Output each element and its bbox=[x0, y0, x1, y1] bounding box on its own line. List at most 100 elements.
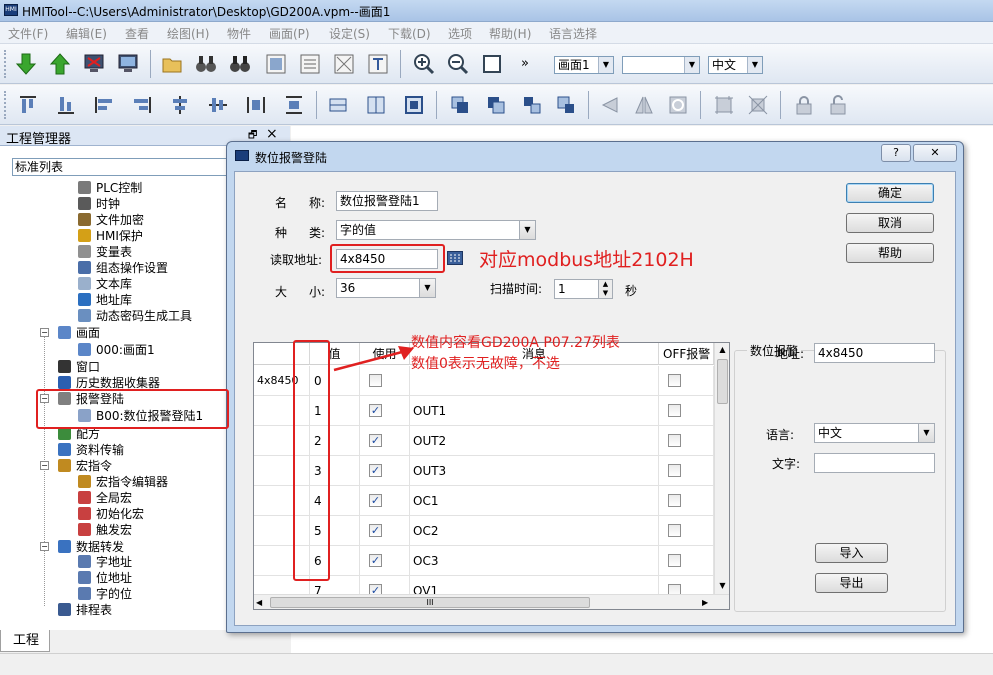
off-alarm-checkbox[interactable] bbox=[668, 554, 681, 567]
tree-item[interactable]: 宏指令编辑器 bbox=[78, 474, 168, 490]
address-keypad-icon[interactable] bbox=[447, 251, 463, 265]
menu-options[interactable]: 选项 bbox=[448, 25, 472, 42]
menu-edit[interactable]: 编辑(E) bbox=[66, 25, 107, 42]
distribute-vertical-icon[interactable] bbox=[280, 91, 308, 119]
distribute-horizontal-icon[interactable] bbox=[242, 91, 270, 119]
dialog-help-button[interactable]: ? bbox=[881, 144, 911, 162]
scan-time-spinner[interactable]: 1 ▲ ▼ bbox=[554, 279, 613, 299]
align-left-icon[interactable] bbox=[90, 91, 118, 119]
size-select[interactable]: 36 ▼ bbox=[336, 278, 436, 298]
spinner-arrows-icon[interactable]: ▲ ▼ bbox=[598, 280, 612, 298]
off-alarm-checkbox[interactable] bbox=[668, 374, 681, 387]
send-to-back-icon[interactable] bbox=[482, 91, 510, 119]
scroll-down-icon[interactable]: ▼ bbox=[716, 579, 729, 593]
tree-item[interactable]: 文本库 bbox=[78, 276, 132, 292]
empty-select[interactable]: ▼ bbox=[622, 56, 700, 74]
column-header-off-alarm[interactable]: OFF报警 bbox=[659, 343, 714, 365]
menu-help[interactable]: 帮助(H) bbox=[489, 25, 531, 42]
lock-icon[interactable] bbox=[790, 91, 818, 119]
ungroup-icon[interactable] bbox=[744, 91, 772, 119]
folder-open-icon[interactable] bbox=[158, 50, 186, 78]
scroll-right-icon[interactable]: ▶ bbox=[702, 596, 714, 609]
tree-item[interactable]: 文件加密 bbox=[78, 212, 144, 228]
cell-message[interactable]: OUT1 bbox=[410, 396, 659, 426]
text-tool-icon[interactable] bbox=[364, 50, 392, 78]
grid-horizontal-scrollbar[interactable]: ◀ III ▶ bbox=[254, 594, 729, 609]
name-input[interactable]: 数位报警登陆1 bbox=[336, 191, 438, 211]
collapse-toggle-icon[interactable]: − bbox=[40, 328, 49, 337]
horizontal-scroll-thumb[interactable]: III bbox=[270, 597, 590, 608]
grid-vertical-scrollbar[interactable]: ▲ ▼ bbox=[714, 343, 729, 594]
type-select[interactable]: 字的值 ▼ bbox=[336, 220, 536, 240]
zoom-out-icon[interactable] bbox=[444, 50, 472, 78]
bring-forward-icon[interactable] bbox=[518, 91, 546, 119]
tree-item[interactable]: 窗口 bbox=[58, 359, 100, 375]
ok-button[interactable]: 确定 bbox=[846, 183, 934, 203]
cell-used[interactable]: ✓ bbox=[360, 486, 410, 516]
tree-item[interactable]: 数据转发 bbox=[58, 539, 124, 555]
replace-binoculars-icon[interactable] bbox=[226, 50, 254, 78]
same-height-icon[interactable] bbox=[362, 91, 390, 119]
align-center-vertical-icon[interactable] bbox=[166, 91, 194, 119]
cell-message[interactable]: OC1 bbox=[410, 486, 659, 516]
menu-object[interactable]: 物件 bbox=[227, 25, 251, 42]
rotate-icon[interactable] bbox=[664, 91, 692, 119]
off-alarm-checkbox[interactable] bbox=[668, 404, 681, 417]
toolbar-more-chevron[interactable]: » bbox=[521, 56, 529, 71]
flip-horizontal-icon[interactable] bbox=[630, 91, 658, 119]
used-checkbox[interactable]: ✓ bbox=[369, 524, 382, 537]
cell-off-alarm[interactable] bbox=[659, 486, 714, 516]
find-binoculars-icon[interactable] bbox=[192, 50, 220, 78]
object-list-icon[interactable] bbox=[262, 50, 290, 78]
tree-item[interactable]: 初始化宏 bbox=[78, 506, 144, 522]
list-type-select[interactable]: 标准列表 bbox=[12, 158, 242, 176]
cell-used[interactable]: ✓ bbox=[360, 516, 410, 546]
tree-item[interactable]: 000:画面1 bbox=[78, 342, 155, 358]
tree-item[interactable]: 字地址 bbox=[78, 554, 132, 570]
scroll-up-icon[interactable]: ▲ bbox=[716, 343, 729, 357]
help-button[interactable]: 帮助 bbox=[846, 243, 934, 263]
off-alarm-checkbox[interactable] bbox=[668, 464, 681, 477]
zoom-in-icon[interactable] bbox=[410, 50, 438, 78]
tree-item[interactable]: 触发宏 bbox=[78, 522, 132, 538]
cell-message[interactable]: OUT3 bbox=[410, 456, 659, 486]
fit-window-icon[interactable] bbox=[478, 50, 506, 78]
offline-monitor-icon[interactable] bbox=[80, 50, 108, 78]
cell-off-alarm[interactable] bbox=[659, 426, 714, 456]
cell-off-alarm[interactable] bbox=[659, 516, 714, 546]
cell-off-alarm[interactable] bbox=[659, 546, 714, 576]
menu-download[interactable]: 下载(D) bbox=[388, 25, 431, 42]
tree-item[interactable]: 组态操作设置 bbox=[78, 260, 168, 276]
tree-item[interactable]: 资料传输 bbox=[58, 442, 124, 458]
cancel-button[interactable]: 取消 bbox=[846, 213, 934, 233]
tree-item[interactable]: 全局宏 bbox=[78, 490, 132, 506]
cell-used[interactable]: ✓ bbox=[360, 396, 410, 426]
align-center-horizontal-icon[interactable] bbox=[204, 91, 232, 119]
collapse-toggle-icon[interactable]: − bbox=[40, 542, 49, 551]
same-size-icon[interactable] bbox=[400, 91, 428, 119]
tree-item[interactable]: 宏指令 bbox=[58, 458, 112, 474]
align-bottom-icon[interactable] bbox=[52, 91, 80, 119]
screen-select[interactable]: 画面1 ▼ bbox=[554, 56, 614, 74]
tree-item[interactable]: 位地址 bbox=[78, 570, 132, 586]
tree-item[interactable]: 排程表 bbox=[58, 602, 112, 618]
tree-item[interactable]: 地址库 bbox=[78, 292, 132, 308]
used-checkbox[interactable]: ✓ bbox=[369, 404, 382, 417]
import-button[interactable]: 导入 bbox=[815, 543, 888, 563]
same-width-icon[interactable] bbox=[324, 91, 352, 119]
cell-used[interactable]: ✓ bbox=[360, 456, 410, 486]
cell-used[interactable]: ✓ bbox=[360, 546, 410, 576]
data-list-icon[interactable] bbox=[296, 50, 324, 78]
bit-alarm-address-input[interactable]: 4x8450 bbox=[814, 343, 935, 363]
grid-icon[interactable] bbox=[330, 50, 358, 78]
flip-left-icon[interactable] bbox=[596, 91, 624, 119]
menu-file[interactable]: 文件(F) bbox=[8, 25, 48, 42]
unlock-icon[interactable] bbox=[824, 91, 852, 119]
menu-language[interactable]: 语言选择 bbox=[549, 25, 597, 42]
off-alarm-checkbox[interactable] bbox=[668, 524, 681, 537]
dialog-close-button[interactable]: ✕ bbox=[913, 144, 957, 162]
vertical-scroll-thumb[interactable] bbox=[717, 359, 728, 404]
close-icon[interactable]: × bbox=[266, 126, 278, 142]
used-checkbox[interactable]: ✓ bbox=[369, 464, 382, 477]
used-checkbox[interactable]: ✓ bbox=[369, 554, 382, 567]
